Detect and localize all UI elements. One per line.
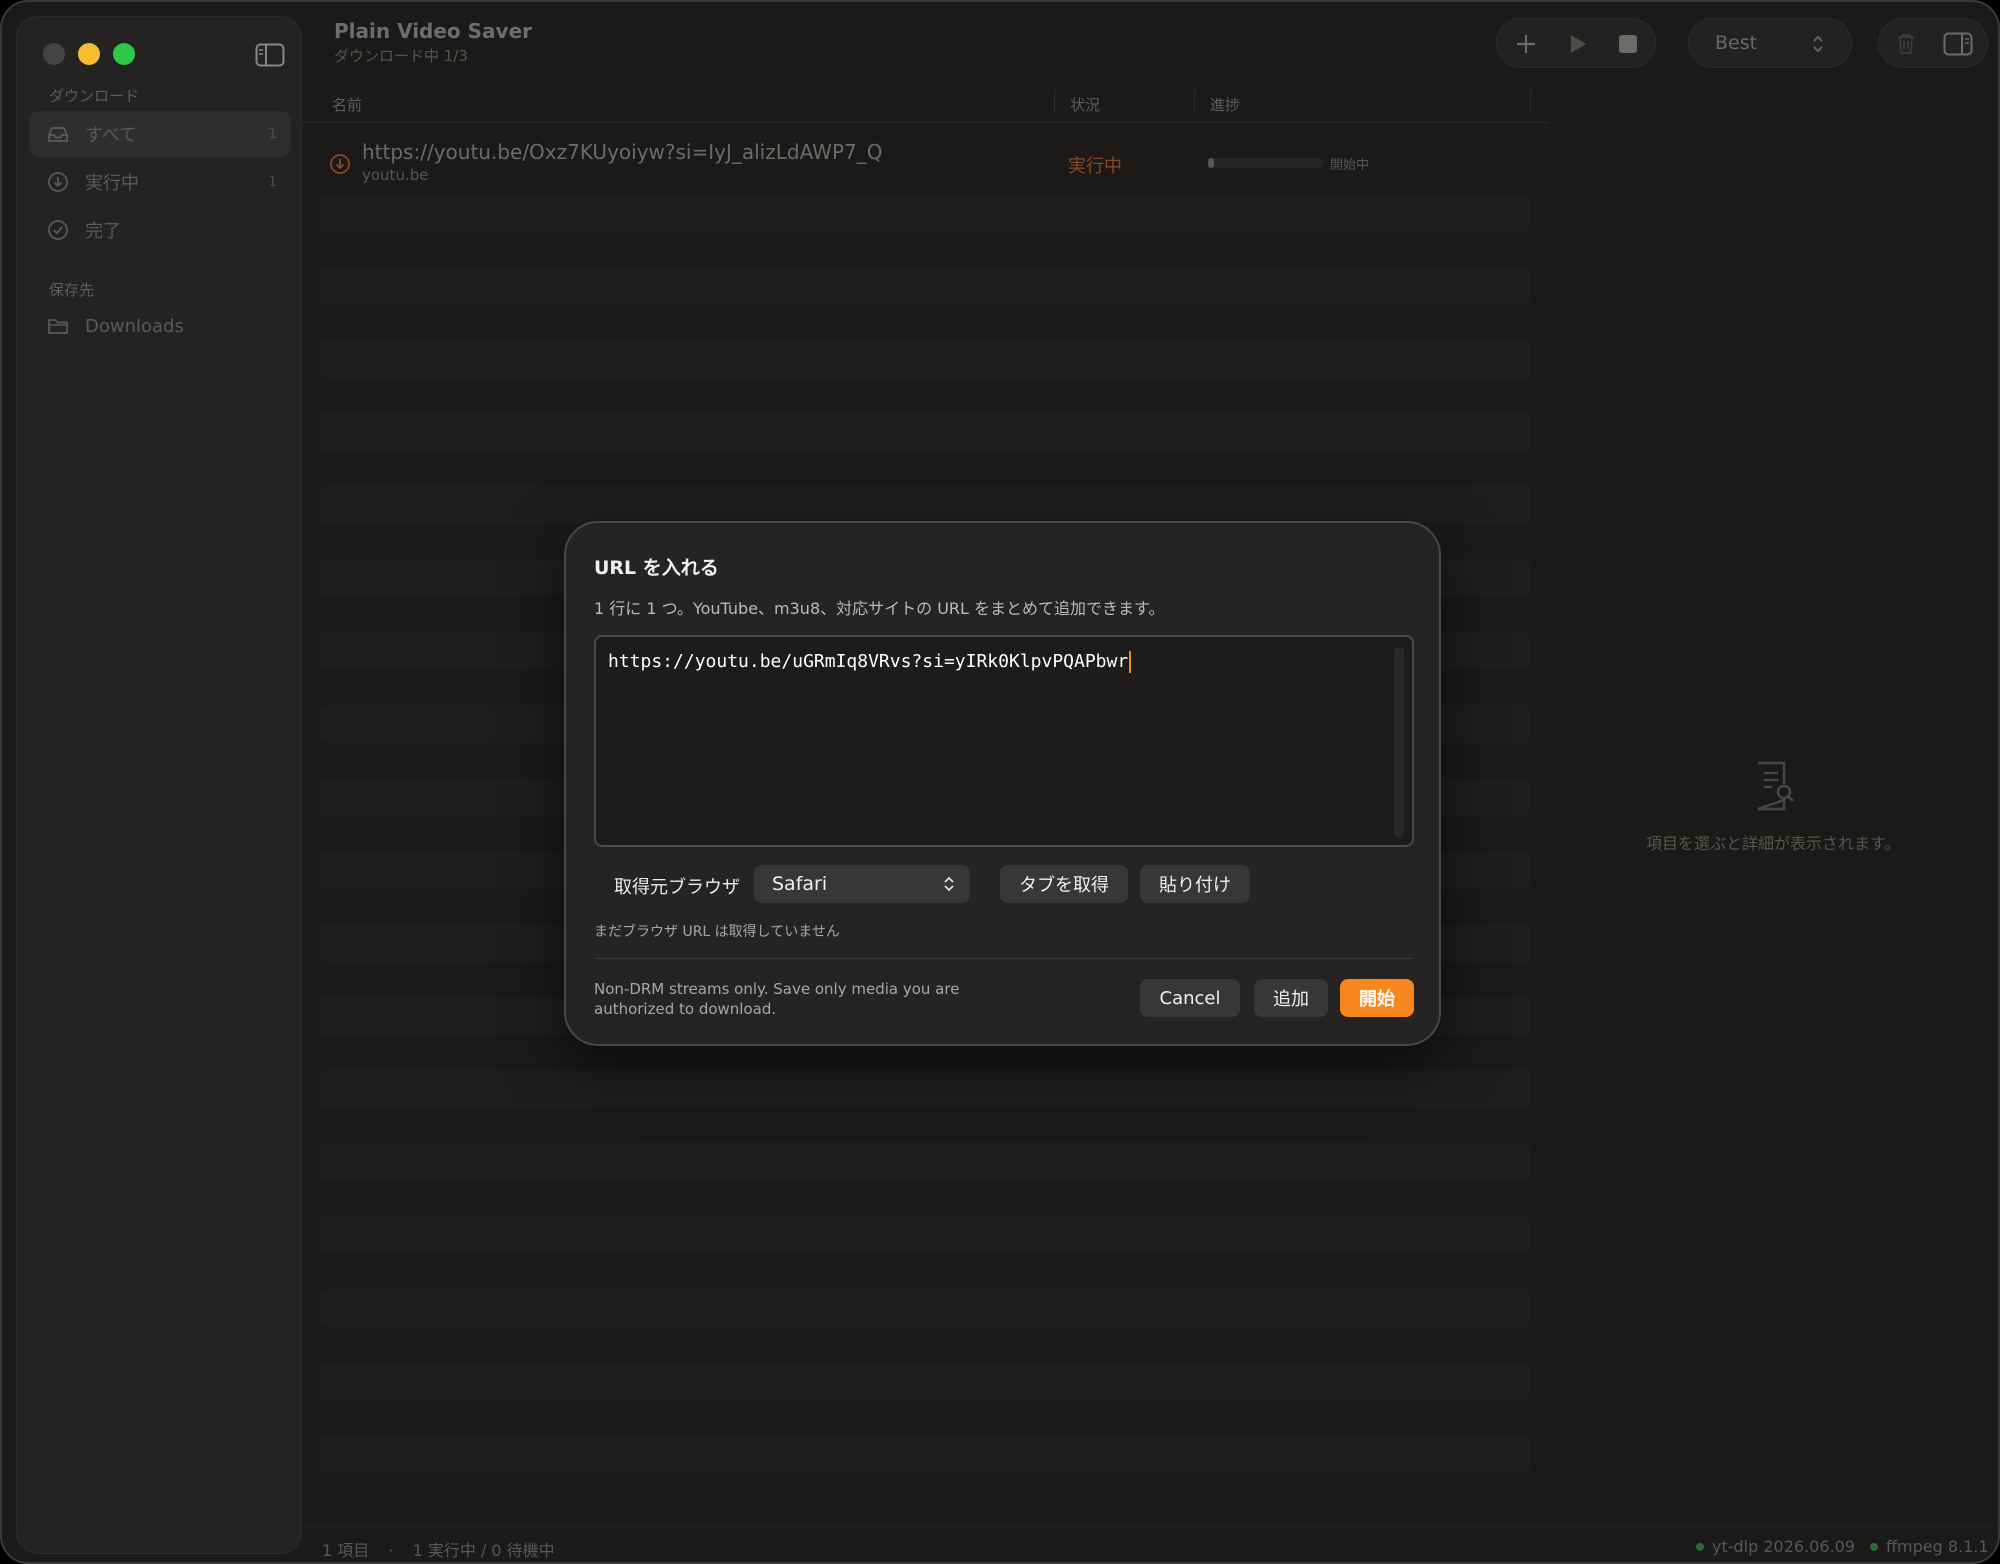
row-url: https://youtu.be/Oxz7KUyoiyw?si=IyJ_aliz…: [362, 140, 883, 164]
status-dot-icon: [1696, 1542, 1704, 1551]
delete-button[interactable]: [1881, 19, 1931, 69]
quality-value: Best: [1715, 32, 1758, 54]
play-icon: [1571, 35, 1586, 53]
sidebar: ダウンロード すべて 1 実行中 1 完了 保存先 Downloads: [16, 16, 302, 1554]
drm-disclaimer: Non-DRM streams only. Save only media yo…: [594, 980, 960, 1018]
sidebar-right-icon: [1943, 32, 1973, 56]
toolbar-actions: [1496, 18, 1656, 68]
text-caret: [1129, 651, 1132, 673]
sidebar-item-label: すべて: [85, 125, 138, 146]
download-circle-icon: [47, 171, 69, 193]
browser-select[interactable]: Safari: [754, 865, 970, 903]
add-button[interactable]: [1501, 19, 1551, 69]
url-input[interactable]: https://youtu.be/uGRmIq8VRvs?si=yIRk0Klp…: [594, 635, 1414, 847]
folder-icon: [47, 315, 69, 337]
progress-bar: [1208, 158, 1324, 168]
app-subtitle: ダウンロード中 1/3: [334, 47, 468, 65]
dialog-description: 1 行に 1 つ。YouTube、m3u8、対応サイトの URL をまとめて追加…: [594, 599, 1165, 618]
empty-row: [320, 194, 1530, 232]
column-divider: [1530, 90, 1531, 114]
url-dialog: URL を入れる 1 行に 1 つ。YouTube、m3u8、対応サイトの UR…: [564, 521, 1441, 1046]
ytdlp-version: yt-dlp 2026.06.09: [1696, 1537, 1855, 1556]
start-button[interactable]: [1553, 19, 1603, 69]
downloads-section-label: ダウンロード: [49, 87, 140, 105]
browser-label: 取得元ブラウザ: [614, 877, 740, 898]
checkmark-circle-icon: [47, 219, 69, 241]
column-header-status[interactable]: 状況: [1070, 94, 1100, 115]
column-divider: [1194, 90, 1195, 114]
status-summary: 1 項目 · 1 実行中 / 0 待機中: [322, 1537, 555, 1561]
add-url-button[interactable]: 追加: [1254, 979, 1328, 1017]
trash-icon: [1898, 34, 1914, 54]
items-count: 1 項目: [322, 1541, 370, 1560]
empty-row: [320, 1362, 1530, 1400]
sidebar-toggle-icon[interactable]: [255, 43, 285, 67]
toolbar-secondary: [1878, 18, 1988, 68]
sidebar-item-count: 1: [268, 126, 277, 142]
status-badge: 実行中: [1068, 156, 1122, 177]
progress-text: 開始中: [1330, 158, 1370, 173]
browser-url-note: まだブラウザ URL は取得していません: [594, 924, 840, 940]
inspector-toggle-button[interactable]: [1933, 19, 1983, 69]
dialog-separator: [594, 958, 1414, 959]
column-header-name[interactable]: 名前: [332, 94, 362, 115]
sidebar-item-label: 完了: [85, 221, 121, 242]
empty-row: [320, 267, 1530, 305]
cancel-button[interactable]: Cancel: [1140, 979, 1240, 1017]
status-dot-icon: [1870, 1542, 1878, 1551]
stop-icon: [1619, 35, 1637, 53]
sidebar-item-count: 1: [268, 174, 277, 190]
empty-row: [320, 340, 1530, 378]
tray-icon: [47, 123, 69, 145]
document-search-icon: [1754, 760, 1796, 816]
dialog-title: URL を入れる: [594, 557, 719, 579]
ffmpeg-version-label: ffmpeg 8.1.1: [1886, 1537, 1989, 1556]
sidebar-item-label: 実行中: [85, 173, 139, 194]
window-zoom-button[interactable]: [113, 43, 135, 65]
sidebar-item-running[interactable]: 実行中 1: [29, 159, 291, 205]
sidebar-item-downloads-folder[interactable]: Downloads: [29, 303, 291, 349]
running-summary: 1 実行中 / 0 待機中: [412, 1541, 555, 1560]
paste-button[interactable]: 貼り付け: [1140, 865, 1250, 903]
app-title: Plain Video Saver: [334, 19, 532, 43]
window-close-button[interactable]: [43, 43, 65, 65]
row-domain: youtu.be: [362, 166, 429, 184]
header-separator: [302, 122, 1548, 123]
column-divider: [1054, 90, 1055, 114]
start-download-button[interactable]: 開始: [1340, 979, 1414, 1017]
chevron-up-down-icon: [944, 876, 954, 892]
browser-select-value: Safari: [772, 873, 828, 895]
empty-row: [320, 1070, 1530, 1108]
destination-section-label: 保存先: [49, 281, 95, 299]
empty-row: [320, 1435, 1530, 1473]
sidebar-item-all[interactable]: すべて 1: [29, 111, 291, 157]
download-circle-icon: [328, 152, 352, 180]
empty-row: [320, 1289, 1530, 1327]
empty-row: [320, 486, 1530, 524]
sidebar-item-label: Downloads: [85, 315, 184, 337]
get-tabs-button[interactable]: タブを取得: [1000, 865, 1128, 903]
empty-row: [320, 1143, 1530, 1181]
quality-select[interactable]: Best: [1688, 18, 1852, 68]
ffmpeg-version: ffmpeg 8.1.1: [1870, 1537, 1989, 1556]
column-header-progress[interactable]: 進捗: [1210, 94, 1240, 115]
sidebar-item-completed[interactable]: 完了: [29, 207, 291, 253]
detail-empty-text: 項目を選ぶと詳細が表示されます。: [1646, 834, 1901, 853]
separator-dot: ·: [388, 1541, 394, 1560]
app-window: ダウンロード すべて 1 実行中 1 完了 保存先 Downloads Plai…: [0, 0, 2000, 1564]
empty-row: [320, 1216, 1530, 1254]
progress-bar-fill: [1208, 158, 1214, 168]
chevron-up-down-icon: [1813, 35, 1823, 53]
window-minimize-button[interactable]: [78, 43, 100, 65]
empty-row: [320, 413, 1530, 451]
stop-button[interactable]: [1603, 19, 1653, 69]
textarea-scrollbar[interactable]: [1394, 647, 1404, 837]
plus-icon: [1517, 35, 1535, 53]
ytdlp-version-label: yt-dlp 2026.06.09: [1712, 1537, 1855, 1556]
url-input-text: https://youtu.be/uGRmIq8VRvs?si=yIRk0Klp…: [608, 651, 1129, 672]
